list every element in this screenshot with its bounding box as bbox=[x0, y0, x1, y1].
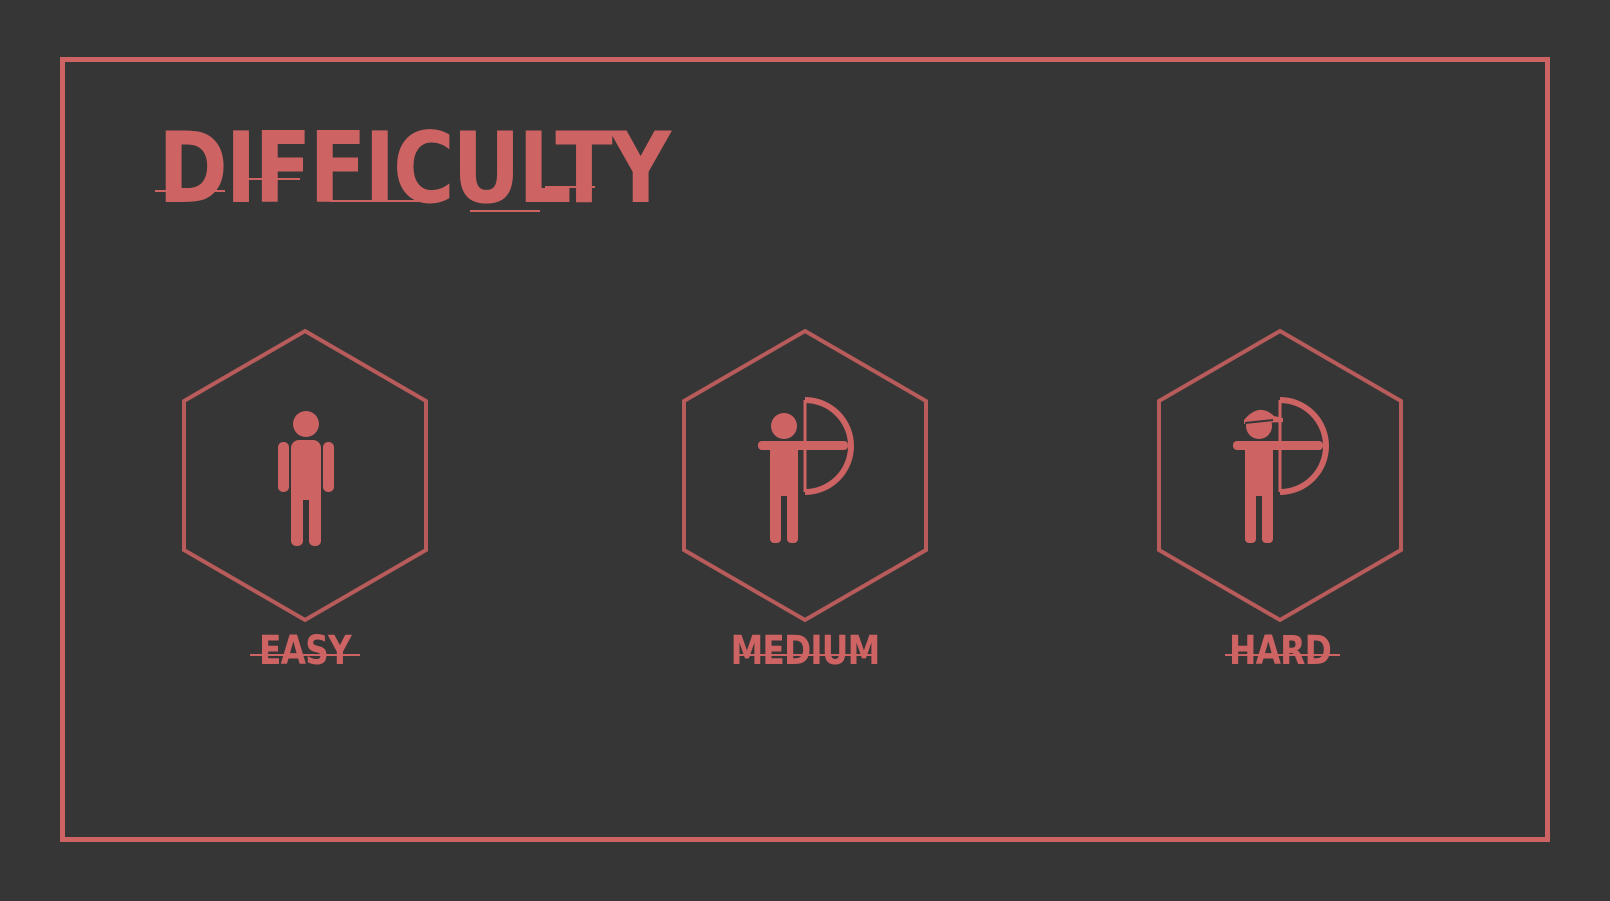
label-glitch-line bbox=[1225, 654, 1340, 656]
label-glitch-line bbox=[735, 654, 875, 656]
option-label: HARD bbox=[1228, 628, 1332, 674]
title-glitch-line bbox=[330, 200, 420, 202]
title-glitch-line bbox=[470, 210, 540, 212]
difficulty-option-medium[interactable]: MEDIUM bbox=[680, 328, 930, 698]
option-label: MEDIUM bbox=[730, 628, 881, 674]
title-glitch-line bbox=[155, 190, 225, 192]
standing-person-icon bbox=[278, 411, 334, 546]
archer-icon bbox=[758, 397, 854, 543]
difficulty-option-easy[interactable]: EASY bbox=[180, 328, 430, 698]
page-title: DIFFICULTY bbox=[158, 112, 671, 226]
difficulty-option-hard[interactable]: HARD bbox=[1155, 328, 1405, 698]
title-glitch-line bbox=[545, 186, 595, 188]
title-glitch-line bbox=[240, 178, 300, 180]
option-label: EASY bbox=[259, 628, 352, 674]
label-glitch-line bbox=[250, 654, 360, 656]
archer-with-cap-icon bbox=[1233, 397, 1329, 543]
